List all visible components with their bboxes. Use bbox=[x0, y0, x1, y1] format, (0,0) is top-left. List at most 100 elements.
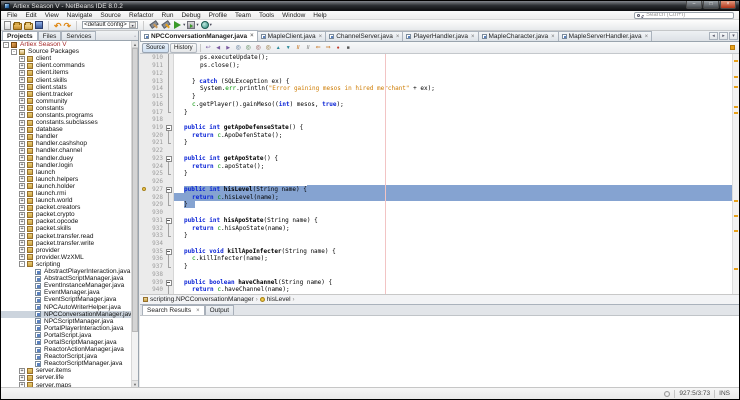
code-text[interactable]: public int hisApoState(String name) { bbox=[174, 216, 739, 224]
code-text[interactable]: public boolean haveChannel(String name) … bbox=[174, 278, 739, 286]
expand-icon[interactable]: + bbox=[19, 197, 25, 204]
fold-indicator[interactable] bbox=[164, 247, 173, 255]
tree-item[interactable]: + packet.transfer.read bbox=[1, 233, 138, 240]
expand-icon[interactable]: + bbox=[19, 204, 25, 211]
code-text[interactable]: return c.hisApoState(name); bbox=[174, 224, 739, 232]
scroll-tabs-right-icon[interactable]: ▸ bbox=[719, 32, 728, 40]
code-text[interactable]: } bbox=[174, 93, 739, 101]
code-line[interactable]: 918 bbox=[140, 115, 739, 124]
profile-project-button[interactable]: ▾ bbox=[200, 21, 212, 29]
tree-item[interactable]: ReactorScriptManager.java bbox=[1, 360, 138, 367]
panel-tab-files[interactable]: Files bbox=[37, 31, 62, 40]
code-text[interactable]: public int getApoDefenseState() { bbox=[174, 124, 739, 132]
shift-right-icon[interactable] bbox=[324, 43, 333, 52]
title-bar[interactable]: Artiex Season V - NetBeans IDE 8.0.2 bbox=[1, 1, 739, 11]
code-text[interactable] bbox=[174, 178, 739, 186]
tree-item[interactable]: NPCConversationManager.java bbox=[1, 310, 138, 318]
collapse-icon[interactable]: - bbox=[11, 48, 17, 55]
save-all-button[interactable] bbox=[35, 21, 43, 29]
code-text[interactable]: } bbox=[174, 201, 739, 209]
tree-item[interactable]: PortalScriptManager.java bbox=[1, 339, 138, 346]
code-text[interactable]: return c.apoState(); bbox=[174, 162, 739, 170]
code-line[interactable]: 930 bbox=[140, 208, 739, 217]
menu-window[interactable]: Window bbox=[278, 12, 309, 19]
code-text[interactable]: } bbox=[174, 139, 739, 147]
tree-item[interactable]: ReactorActionManager.java bbox=[1, 346, 138, 353]
config-dropdown-icon[interactable]: ▾ bbox=[129, 22, 137, 28]
panel-tab-projects[interactable]: Projects bbox=[2, 31, 38, 40]
code-text[interactable]: } bbox=[174, 232, 739, 240]
run-project-button[interactable]: ▾ bbox=[173, 21, 185, 29]
minimize-button[interactable] bbox=[686, 1, 702, 9]
tab-list-dropdown-icon[interactable]: ▾ bbox=[729, 32, 738, 40]
code-text[interactable]: } catch (SQLException ex) { bbox=[174, 77, 739, 85]
menu-help[interactable]: Help bbox=[309, 12, 330, 19]
breadcrumb-item[interactable]: scripting.NPCConversationManager bbox=[150, 296, 254, 303]
code-text[interactable] bbox=[174, 69, 739, 77]
tree-item[interactable]: + packet.creators bbox=[1, 204, 138, 211]
previous-bookmark-icon[interactable] bbox=[274, 43, 283, 52]
code-line[interactable]: 921} bbox=[140, 139, 739, 147]
warning-mark[interactable] bbox=[734, 200, 738, 202]
tree-item[interactable]: + server.items bbox=[1, 367, 138, 374]
tree-item[interactable]: EventScriptManager.java bbox=[1, 296, 138, 303]
code-line[interactable]: 927 public int hisLevel(String name) { bbox=[140, 185, 739, 194]
code-line[interactable]: 913} catch (SQLException ex) { bbox=[140, 77, 739, 85]
expand-icon[interactable]: + bbox=[19, 133, 25, 140]
tree-item[interactable]: + community bbox=[1, 98, 138, 105]
tree-item[interactable]: - scripting bbox=[1, 261, 138, 268]
tree-item[interactable]: + client.items bbox=[1, 69, 138, 76]
expand-icon[interactable]: + bbox=[19, 211, 25, 218]
warning-mark[interactable] bbox=[734, 230, 738, 232]
open-project-button[interactable] bbox=[24, 21, 33, 30]
code-text[interactable] bbox=[174, 240, 739, 248]
warning-mark[interactable] bbox=[734, 268, 738, 270]
collapse-icon[interactable]: - bbox=[19, 261, 25, 268]
code-line[interactable]: 940 return c.haveChannel(name); bbox=[140, 286, 739, 294]
expand-icon[interactable]: + bbox=[19, 233, 25, 240]
code-text[interactable]: System.err.println("Error gaining mesos … bbox=[174, 85, 739, 93]
editor-tab[interactable]: MapleClient.java × bbox=[256, 31, 327, 41]
next-bookmark-icon[interactable] bbox=[284, 43, 293, 52]
code-text[interactable] bbox=[174, 209, 739, 217]
code-text[interactable]: ps.close(); bbox=[174, 62, 739, 70]
new-file-button[interactable] bbox=[4, 20, 11, 30]
tree-item[interactable]: AbstractScriptManager.java bbox=[1, 275, 138, 282]
shift-left-icon[interactable] bbox=[314, 43, 323, 52]
warning-mark[interactable] bbox=[734, 215, 738, 217]
code-line[interactable]: 923 public int getApoState() { bbox=[140, 154, 739, 163]
code-line[interactable]: 916 c.getPlayer().gainMeso((int) mesos, t… bbox=[140, 100, 739, 109]
expand-icon[interactable]: + bbox=[19, 62, 25, 69]
expand-icon[interactable]: + bbox=[19, 247, 25, 254]
menu-run[interactable]: Run bbox=[158, 12, 178, 19]
code-text[interactable]: c.getPlayer().gainMeso((int) mesos, true… bbox=[174, 100, 739, 108]
close-button[interactable] bbox=[720, 1, 736, 9]
expand-icon[interactable]: + bbox=[19, 91, 25, 98]
tree-item[interactable]: NPCAutoWriterHelper.java bbox=[1, 303, 138, 311]
expand-icon[interactable]: + bbox=[19, 218, 25, 225]
code-text[interactable]: } bbox=[174, 170, 739, 178]
warning-mark[interactable] bbox=[734, 76, 738, 78]
menu-debug[interactable]: Debug bbox=[177, 12, 204, 19]
menu-tools[interactable]: Tools bbox=[255, 12, 278, 19]
bottom-tab-search-results[interactable]: Search Results × bbox=[142, 305, 205, 315]
code-line[interactable]: 939 public boolean haveChannel(String nam… bbox=[140, 278, 739, 287]
fold-indicator[interactable] bbox=[164, 216, 173, 224]
expand-icon[interactable]: + bbox=[19, 126, 25, 133]
minimize-panel-icon[interactable]: ▫ bbox=[132, 34, 138, 40]
code-line[interactable]: 931 public int hisApoState(String name) { bbox=[140, 216, 739, 225]
tree-item[interactable]: + handler.login bbox=[1, 162, 138, 169]
expand-icon[interactable]: + bbox=[19, 105, 25, 112]
tree-item[interactable]: + handler.cashshop bbox=[1, 140, 138, 147]
tree-item[interactable]: - Artiex Season V bbox=[1, 41, 138, 48]
fold-indicator[interactable] bbox=[164, 278, 173, 286]
stop-macro-icon[interactable] bbox=[344, 43, 353, 52]
uncomment-icon[interactable] bbox=[304, 43, 313, 52]
tree-item[interactable]: + client.commands bbox=[1, 62, 138, 69]
expand-icon[interactable]: + bbox=[19, 183, 25, 190]
find-next-icon[interactable] bbox=[244, 43, 253, 52]
code-line[interactable]: 934 bbox=[140, 239, 739, 248]
tree-item[interactable]: + client bbox=[1, 55, 138, 62]
code-text[interactable]: ps.executeUpdate(); bbox=[174, 54, 739, 62]
tree-item[interactable]: + provider bbox=[1, 247, 138, 254]
